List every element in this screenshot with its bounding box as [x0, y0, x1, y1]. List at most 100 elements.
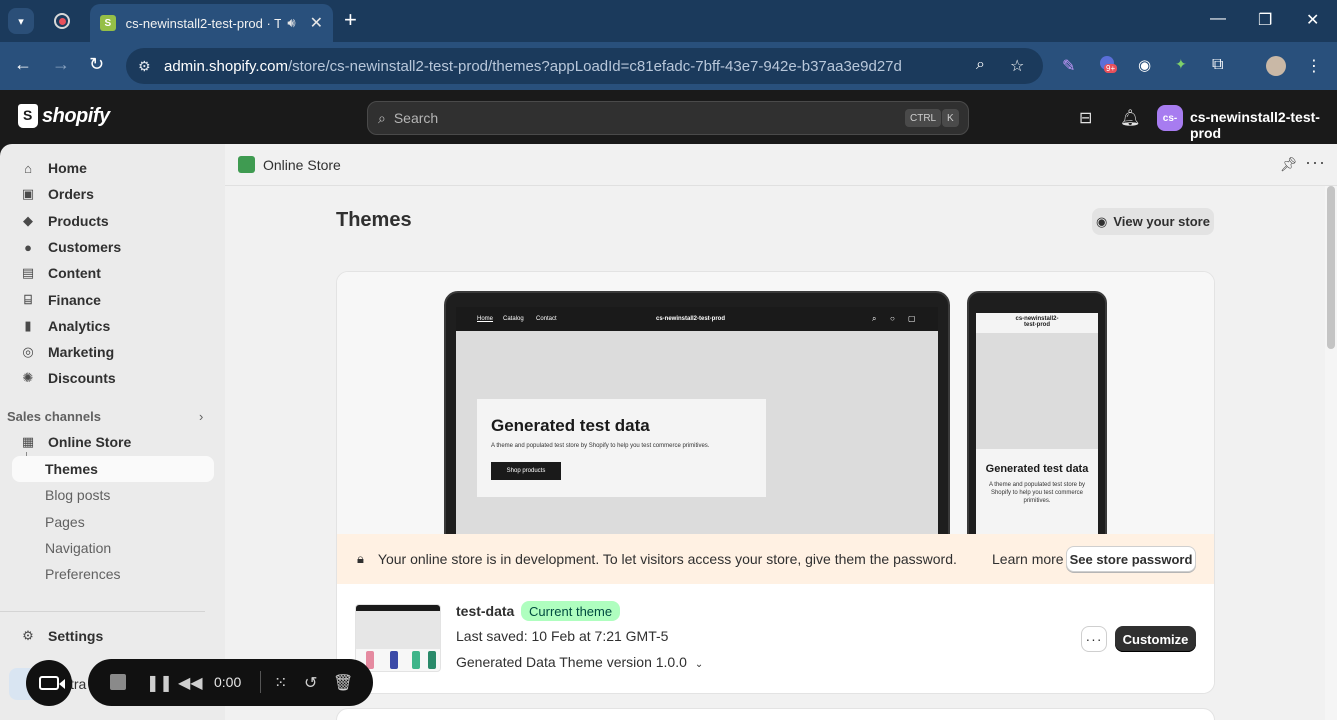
mobile-preview: cs-newinstall2- test-prod Generated test…: [967, 291, 1107, 534]
url-text[interactable]: admin.shopify.com/store/cs-newinstall2-t…: [164, 58, 902, 75]
sidebar-item-products[interactable]: ◆ Products: [12, 208, 214, 234]
kbd-k: K: [942, 109, 959, 127]
profile-avatar[interactable]: [1266, 56, 1286, 76]
lock-icon: 🔒︎: [357, 551, 364, 566]
sidebar-item-discounts[interactable]: ✺ Discounts: [12, 365, 214, 391]
sidebar-item-label: Online Store: [48, 434, 132, 450]
learn-more-link[interactable]: Learn more: [992, 551, 1064, 567]
tab-title: cs-newinstall2-test-prod · Themes: [125, 15, 282, 31]
chevron-right-icon[interactable]: ›: [199, 409, 203, 424]
preview-cart-icon: ▢: [908, 314, 916, 323]
sidebar-divider: [0, 611, 205, 612]
trash-icon[interactable]: 🗑︎: [333, 673, 353, 693]
restart-icon[interactable]: ↺: [304, 673, 317, 693]
extension-icon[interactable]: 9+: [1100, 56, 1120, 76]
sidebar-item-customers[interactable]: ● Customers: [12, 234, 214, 260]
mobile-preview-nav: cs-newinstall2- test-prod: [976, 313, 1098, 333]
scroll-thumb[interactable]: [1327, 186, 1335, 349]
app-topbar: Online Store 📌︎ ···: [225, 144, 1337, 186]
preview-nav-link: Home: [477, 316, 494, 322]
theme-row: test-data Current theme Last saved: 10 F…: [337, 584, 1214, 693]
mobile-preview-screen: cs-newinstall2- test-prod Generated test…: [976, 313, 1098, 534]
sidebar-item-label: Orders: [48, 186, 94, 202]
minimize-icon[interactable]: —: [1210, 10, 1226, 28]
search-bar[interactable]: ⌕ CTRL K: [367, 101, 969, 135]
store-name[interactable]: cs-newinstall2-test-prod: [1190, 109, 1337, 141]
sidebar-item-blog-posts[interactable]: Blog posts: [12, 482, 214, 508]
more-options-icon[interactable]: ···: [1305, 152, 1326, 173]
shopify-logo[interactable]: shopify: [18, 104, 110, 128]
extension-shield-icon[interactable]: ◉: [1138, 56, 1158, 76]
banner-text: Your online store is in development. To …: [377, 551, 957, 567]
recording-indicator-icon[interactable]: [54, 13, 70, 29]
page-title: Themes: [336, 209, 412, 231]
sidebar-item-label: Analytics: [48, 318, 111, 334]
zoom-icon[interactable]: ⌕: [976, 56, 985, 74]
mobile-hero-heading: Generated test data: [985, 463, 1089, 475]
customize-button[interactable]: Customize: [1115, 626, 1196, 652]
theme-version[interactable]: Generated Data Theme version 1.0.0 ⌄: [456, 654, 703, 670]
rewind-icon[interactable]: ◀◀: [178, 673, 203, 693]
theme-thumbnail[interactable]: [355, 604, 441, 672]
site-settings-icon[interactable]: ⚙: [138, 58, 158, 75]
theme-preview[interactable]: Home Catalog Contact cs-newinstall2-test…: [337, 272, 1214, 534]
sidebar-item-home[interactable]: ⌂ Home: [12, 155, 214, 181]
sidebar-item-analytics[interactable]: ▮ Analytics: [12, 313, 214, 339]
restore-icon[interactable]: ❐: [1258, 10, 1272, 30]
sidebar-item-finance[interactable]: ⌸ Finance: [12, 287, 214, 313]
document-icon: ▤: [21, 265, 35, 280]
search-input[interactable]: [393, 110, 874, 126]
close-tab-icon[interactable]: ✕: [310, 13, 323, 33]
sidebar-item-navigation[interactable]: Navigation: [12, 535, 214, 561]
search-icon: ⌕: [378, 109, 386, 126]
person-icon: ●: [24, 239, 32, 255]
current-theme-badge: Current theme: [521, 601, 621, 621]
sidebar-item-content[interactable]: ▤ Content: [12, 260, 214, 286]
sidebar-item-label: Content: [48, 265, 101, 281]
new-tab-button[interactable]: +: [344, 9, 357, 31]
gear-icon: ⚙: [22, 628, 34, 643]
bookmark-star-icon[interactable]: ☆: [1010, 56, 1024, 76]
bank-icon: ⌸: [24, 292, 32, 307]
sidebar-item-themes[interactable]: Themes: [12, 456, 214, 482]
theme-name: test-data: [456, 603, 515, 619]
pause-icon[interactable]: ❚❚: [146, 673, 173, 693]
grid-icon[interactable]: ⁙: [274, 673, 287, 693]
pin-icon[interactable]: 📌︎: [1280, 156, 1298, 173]
browser-tab-active[interactable]: S cs-newinstall2-test-prod · Themes 🔊︎ ✕: [90, 4, 333, 42]
recording-controls: ❚❚ ◀◀ 0:00 ⁙ ↺ 🗑︎: [88, 659, 373, 706]
inbox-icon[interactable]: ⊟: [1079, 108, 1092, 128]
window-close-icon[interactable]: ✕: [1306, 10, 1319, 30]
view-store-button[interactable]: ◉ View your store: [1092, 208, 1214, 235]
back-icon[interactable]: ←: [14, 54, 32, 75]
discount-icon: ✺: [22, 370, 34, 385]
forward-icon[interactable]: →: [52, 54, 70, 75]
video-camera-icon: [39, 676, 65, 690]
sidebar-item-marketing[interactable]: ◎ Marketing: [12, 339, 214, 365]
browser-toolbar: ← → ↻ ⚙ admin.shopify.com/store/cs-newin…: [0, 42, 1337, 90]
sidebar-item-orders[interactable]: ▣ Orders: [12, 181, 214, 207]
tab-search-dropdown[interactable]: ▾: [8, 8, 34, 34]
theme-actions-button[interactable]: ···: [1081, 626, 1107, 652]
sidebar-item-label: Customers: [48, 239, 122, 255]
sidebar-item-online-store[interactable]: ▦ Online Store: [12, 429, 214, 455]
shopify-favicon-icon: S: [100, 15, 116, 31]
speaker-icon[interactable]: 🔊︎: [287, 15, 295, 31]
bell-icon[interactable]: 🔔︎: [1120, 108, 1140, 128]
scrollbar[interactable]: [1325, 186, 1337, 720]
sidebar-item-pages[interactable]: Pages: [12, 509, 214, 535]
extension-color-icon[interactable]: ✦: [1175, 56, 1195, 76]
stop-icon[interactable]: [110, 674, 126, 690]
address-bar[interactable]: ⚙ admin.shopify.com/store/cs-newinstall2…: [126, 48, 1043, 84]
reload-icon[interactable]: ↻: [89, 54, 104, 75]
extension-feather-icon[interactable]: ✎: [1062, 56, 1082, 76]
extensions-puzzle-icon[interactable]: ⧉: [1212, 56, 1232, 76]
camera-button[interactable]: [26, 660, 72, 706]
sidebar-item-preferences[interactable]: Preferences: [12, 561, 214, 587]
development-banner: 🔒︎ Your online store is in development. …: [337, 534, 1214, 584]
preview-hero-text: A theme and populated test store by Shop…: [491, 443, 710, 449]
sidebar-item-settings[interactable]: ⚙ Settings: [12, 623, 214, 649]
browser-menu-icon[interactable]: ⋮: [1306, 56, 1326, 76]
store-avatar[interactable]: cs-: [1157, 105, 1183, 131]
see-store-password-button[interactable]: See store password: [1066, 546, 1196, 572]
